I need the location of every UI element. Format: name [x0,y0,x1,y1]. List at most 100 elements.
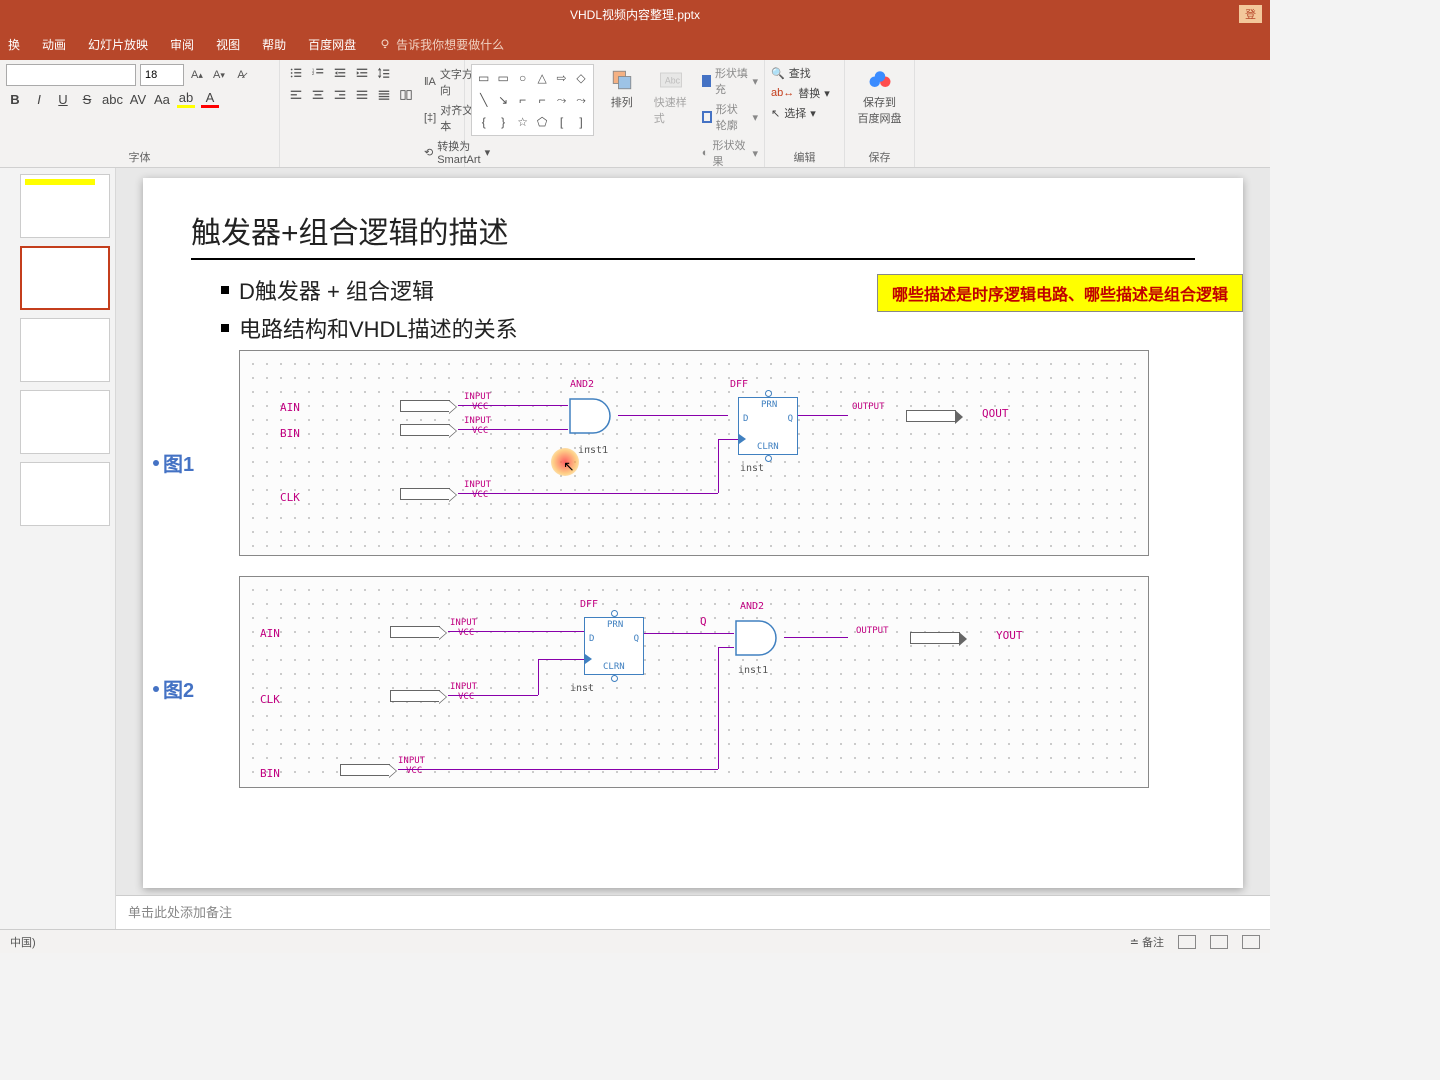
ribbon-font-group: A▴ A▾ A̷ B I U S abc AV Aa ab A 字体 [0,60,280,167]
sorter-view-button[interactable] [1210,935,1228,949]
menu-slideshow[interactable]: 幻灯片放映 [88,36,148,53]
status-language[interactable]: 中国) [10,934,36,950]
wire [718,647,734,648]
shape-pent-icon[interactable]: ⬠ [533,112,550,132]
increase-font-button[interactable]: A▴ [188,66,206,84]
shape-outline-button[interactable]: 形状轮廓▾ [702,100,758,134]
select-button[interactable]: ↖选择▾ [771,104,838,122]
wire [398,769,718,770]
align-left-button[interactable] [286,86,306,104]
slide-title[interactable]: 触发器+组合逻辑的描述 [191,208,1195,252]
align-right-button[interactable] [330,86,350,104]
decrease-indent-button[interactable] [330,64,350,82]
menu-baidu[interactable]: 百度网盘 [308,36,356,53]
diagram-figure1[interactable]: AIN BIN CLK INPUT VCC INPUT VCC INPUT VC… [239,350,1149,556]
diagram-figure2[interactable]: AIN CLK BIN INPUT VCC INPUT VCC INPUT VC… [239,576,1149,788]
underline-button[interactable]: U [54,92,72,107]
menu-help[interactable]: 帮助 [262,36,286,53]
slide-thumb-4[interactable] [20,390,110,454]
shape-lbracket-icon[interactable]: [ [553,112,570,132]
bold-button[interactable]: B [6,92,24,107]
shape-connector-icon[interactable]: ⤳ [572,90,589,110]
find-button[interactable]: 🔍查找 [771,64,838,82]
menu-animation[interactable]: 动画 [42,36,66,53]
bullet-marker-icon [221,324,229,332]
shape-fill-button[interactable]: 形状填充▾ [702,64,758,98]
slide-thumb-3[interactable] [20,318,110,382]
arrange-button[interactable]: 排列 [604,64,640,112]
columns-button[interactable] [396,86,416,104]
shape-rect2-icon[interactable]: ▭ [494,68,511,88]
replace-button[interactable]: ab↔替换▾ [771,84,838,102]
notes-toggle-button[interactable]: ≐ 备注 [1130,934,1164,950]
menu-view[interactable]: 视图 [216,36,240,53]
title-bar: VHDL视频内容整理.pptx 登 [0,0,1270,28]
font-color-button[interactable]: A [201,90,219,108]
comp-dff-2: DFF [580,599,598,610]
bullets-button[interactable] [286,64,306,82]
svg-text:2: 2 [312,71,315,76]
font-size-input[interactable] [140,64,184,86]
text-shadow-button[interactable]: abc [102,92,123,107]
shapes-gallery[interactable]: ▭ ▭ ○ △ ⇨ ◇ ╲ ↘ ⌐ ⌐ ⤳ ⤳ { } ☆ ⬠ [ ] [471,64,594,136]
change-case-button[interactable]: Aa [153,92,171,107]
menu-transition[interactable]: 换 [8,36,20,53]
shape-triangle-icon[interactable]: △ [533,68,550,88]
normal-view-button[interactable] [1178,935,1196,949]
decrease-font-button[interactable]: A▾ [210,66,228,84]
strikethrough-button[interactable]: S [78,92,96,107]
increase-indent-button[interactable] [352,64,372,82]
workspace: 触发器+组合逻辑的描述 D触发器 + 组合逻辑 电路结构和VHDL描述的关系 哪… [0,168,1270,929]
highlight-callout[interactable]: 哪些描述是时序逻辑电路、哪些描述是组合逻辑 [877,274,1243,312]
shape-elbow-icon[interactable]: ⌐ [514,90,531,110]
wire [448,695,538,696]
notes-pane[interactable]: 单击此处添加备注 [116,895,1270,929]
slide-canvas[interactable]: 触发器+组合逻辑的描述 D触发器 + 组合逻辑 电路结构和VHDL描述的关系 哪… [143,178,1243,888]
bullet-marker-icon [221,286,229,294]
font-highlight-button[interactable]: ab [177,90,195,108]
shape-lbrace-icon[interactable]: { [475,112,492,132]
shape-circle-icon[interactable]: ○ [514,68,531,88]
shape-diamond-icon[interactable]: ◇ [572,68,589,88]
shape-arrow-icon[interactable]: ⇨ [553,68,570,88]
char-spacing-button[interactable]: AV [129,92,147,107]
tell-me-search[interactable]: 告诉我你想要做什么 [378,36,504,53]
wire [784,637,848,638]
distribute-button[interactable] [374,86,394,104]
line-spacing-button[interactable] [374,64,394,82]
shape-star-icon[interactable]: ☆ [514,112,531,132]
editor-area: 触发器+组合逻辑的描述 D触发器 + 组合逻辑 电路结构和VHDL描述的关系 哪… [116,168,1270,929]
align-justify-button[interactable] [352,86,372,104]
ribbon: A▴ A▾ A̷ B I U S abc AV Aa ab A 字体 [0,60,1270,168]
align-center-button[interactable] [308,86,328,104]
reading-view-button[interactable] [1242,935,1260,949]
slide-thumbnail-panel[interactable] [0,168,116,929]
clear-format-button[interactable]: A̷ [232,66,250,84]
slide-thumb-2[interactable] [20,246,110,310]
shape-effects-button[interactable]: ◐形状效果▾ [702,136,758,170]
wire [798,415,848,416]
sig-ain: AIN [280,401,300,414]
login-button[interactable]: 登 [1239,5,1262,23]
slide-thumb-5[interactable] [20,462,110,526]
shape-elbow2-icon[interactable]: ⌐ [533,90,550,110]
font-name-input[interactable] [6,64,136,86]
dff-1: PRN D Q CLRN [738,397,798,455]
dotgrid [246,357,1142,549]
italic-button[interactable]: I [30,92,48,107]
input-pin-bin-2 [340,763,390,777]
svg-text:Abc: Abc [665,76,681,86]
shape-curve-icon[interactable]: ⤳ [553,90,570,110]
quick-style-button[interactable]: Abc 快速样式 [650,64,692,128]
shape-rbracket-icon[interactable]: ] [572,112,589,132]
quick-style-icon: Abc [657,66,685,94]
save-baidu-button[interactable]: 保存到 百度网盘 [851,64,908,128]
slide-thumb-1[interactable] [20,174,110,238]
shape-arrow2-icon[interactable]: ↘ [494,90,511,110]
input-pin-bin [400,423,450,437]
menu-review[interactable]: 审阅 [170,36,194,53]
numbering-button[interactable]: 12 [308,64,328,82]
shape-rbrace-icon[interactable]: } [494,112,511,132]
shape-line-icon[interactable]: ╲ [475,90,492,110]
shape-rect-icon[interactable]: ▭ [475,68,492,88]
